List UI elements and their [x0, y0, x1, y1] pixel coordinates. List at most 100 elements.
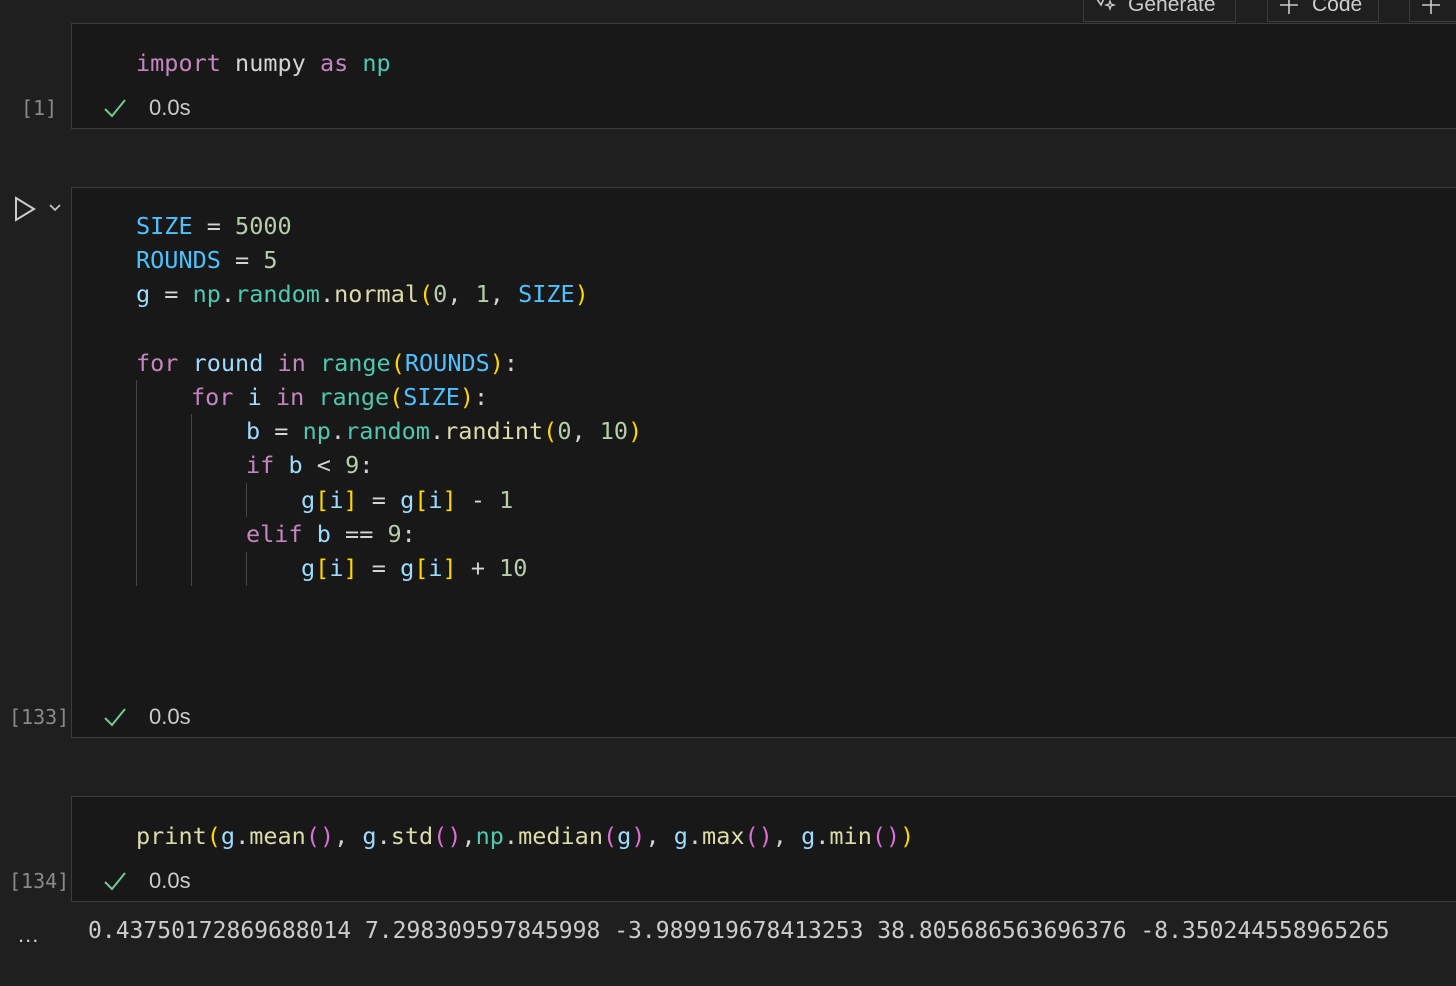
- token: 0: [433, 280, 448, 308]
- code-line[interactable]: g[i] = g[i] - 1: [301, 483, 513, 517]
- code-line[interactable]: import numpy as np: [136, 46, 391, 80]
- plus-icon: [1280, 0, 1298, 14]
- token: .: [220, 280, 236, 308]
- indent-guide: [246, 483, 247, 517]
- code-line[interactable]: if b < 9:: [246, 448, 373, 482]
- token: .: [235, 822, 250, 850]
- execution-status: 0.0s: [102, 866, 191, 896]
- token: -: [456, 486, 500, 514]
- token: np: [475, 822, 504, 850]
- token: std: [390, 822, 434, 850]
- token: random: [345, 417, 430, 445]
- code-line[interactable]: g = np.random.normal(0, 1, SIZE): [136, 277, 589, 311]
- token: ): [459, 383, 475, 411]
- play-icon[interactable]: [12, 195, 38, 223]
- token: 10: [599, 417, 629, 445]
- token: g: [220, 822, 236, 850]
- token: g: [617, 822, 632, 850]
- token: 9: [387, 520, 402, 548]
- code-label: Code: [1312, 0, 1363, 16]
- token: [: [315, 554, 330, 582]
- token: ==: [330, 520, 388, 548]
- token: 9: [345, 451, 360, 479]
- code-line[interactable]: print(g.mean(), g.std(),np.median(g), g.…: [136, 819, 914, 853]
- code-cell-2[interactable]: SIZE = 5000 ROUNDS = 5 g = np.random.nor…: [71, 187, 1456, 738]
- generate-button[interactable]: Generate: [1083, 0, 1236, 22]
- token: min: [829, 822, 872, 850]
- execution-status: 0.0s: [102, 702, 191, 732]
- token: ,: [571, 417, 600, 445]
- token: i: [428, 486, 443, 514]
- token: (): [433, 822, 462, 850]
- token: ): [631, 822, 646, 850]
- token: (): [744, 822, 773, 850]
- token: SIZE: [518, 280, 575, 308]
- token: (: [419, 280, 434, 308]
- code-line[interactable]: g[i] = g[i] + 10: [301, 551, 527, 585]
- token: .: [319, 280, 335, 308]
- add-code-button[interactable]: Code: [1267, 0, 1379, 22]
- token: for: [136, 349, 179, 377]
- execution-time: 0.0s: [149, 95, 191, 120]
- token: g: [400, 554, 415, 582]
- code-line[interactable]: elif b == 9:: [246, 517, 416, 551]
- token: 1: [499, 486, 514, 514]
- token: randint: [444, 417, 544, 445]
- token: .: [429, 417, 445, 445]
- token: ): [900, 822, 915, 850]
- token: ): [628, 417, 643, 445]
- token: ]: [442, 486, 457, 514]
- token: =: [220, 246, 264, 274]
- token: (: [389, 383, 404, 411]
- token: .: [376, 822, 391, 850]
- token: ,: [334, 822, 363, 850]
- token: (): [871, 822, 901, 850]
- token: g: [136, 280, 151, 308]
- execution-count: [134]: [9, 869, 70, 893]
- code-line[interactable]: b = np.random.randint(0, 10): [246, 414, 642, 448]
- token: np: [302, 417, 331, 445]
- token: 10: [499, 554, 528, 582]
- token: ROUNDS: [136, 246, 221, 274]
- code-line[interactable]: for round in range(ROUNDS):: [136, 346, 518, 380]
- token: .: [330, 417, 346, 445]
- chevron-down-icon[interactable]: [47, 200, 63, 216]
- token: ): [489, 349, 504, 377]
- code-cell-3[interactable]: print(g.mean(), g.std(),np.median(g), g.…: [71, 796, 1456, 902]
- token: [: [414, 486, 429, 514]
- token: range: [319, 349, 391, 377]
- token: import: [136, 49, 221, 77]
- add-markdown-button[interactable]: [1409, 0, 1456, 22]
- code-line[interactable]: SIZE = 5000: [136, 209, 292, 243]
- token: if: [246, 451, 275, 479]
- token: ]: [343, 486, 358, 514]
- token: [: [414, 554, 429, 582]
- token: print: [136, 822, 207, 850]
- code-cell-1[interactable]: import numpy as np: [71, 23, 1456, 129]
- output-menu-button[interactable]: ...: [18, 922, 39, 948]
- token: (: [390, 349, 405, 377]
- token: [: [315, 486, 330, 514]
- check-icon: [104, 872, 126, 891]
- code-line[interactable]: for i in range(SIZE):: [191, 380, 488, 414]
- token: in: [277, 349, 306, 377]
- token: random: [235, 280, 320, 308]
- token: ): [574, 280, 589, 308]
- token: ,: [489, 280, 519, 308]
- code-line[interactable]: ROUNDS = 5: [136, 243, 278, 277]
- execution-status: 0.0s: [102, 93, 191, 123]
- token: numpy: [235, 49, 306, 77]
- indent-guide: [191, 414, 192, 586]
- token: ,: [461, 822, 476, 850]
- token: SIZE: [403, 383, 460, 411]
- token: =: [357, 486, 401, 514]
- token: in: [275, 383, 305, 411]
